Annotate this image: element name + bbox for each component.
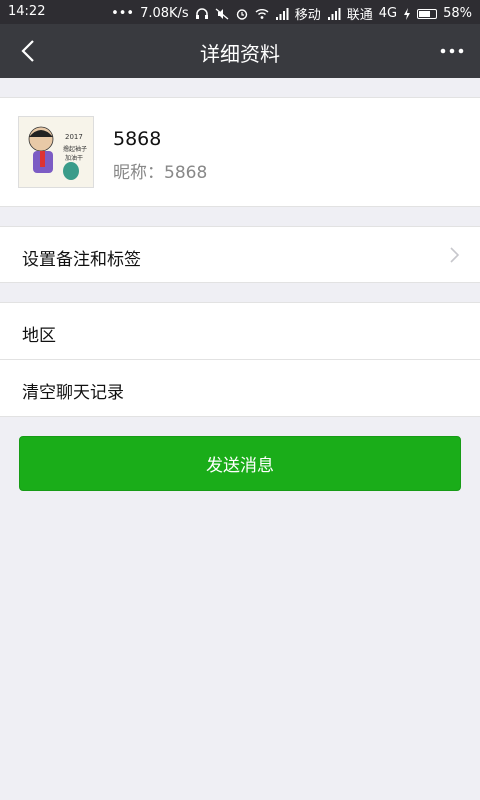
region-label: 地区 xyxy=(22,326,56,346)
remark-tags-label: 设置备注和标签 xyxy=(22,250,141,270)
profile-card: 2017 撸起袖子 加油干 5868 昵称：5868 xyxy=(0,97,480,207)
more-dots-icon xyxy=(440,48,464,54)
chevron-right-icon xyxy=(450,247,460,267)
alarm-icon xyxy=(235,8,249,20)
wifi-icon xyxy=(255,8,269,20)
signal-icon-2 xyxy=(327,7,341,20)
battery-icon xyxy=(417,8,438,19)
svg-text:加油干: 加油干 xyxy=(65,154,83,162)
mute-icon xyxy=(215,8,229,20)
battery-percent: 58% xyxy=(443,6,472,21)
clear-chat-row[interactable]: 清空聊天记录 xyxy=(0,360,480,417)
remark-tags-row[interactable]: 设置备注和标签 xyxy=(0,226,480,283)
more-options-button[interactable] xyxy=(436,35,468,67)
avatar-image: 2017 撸起袖子 加油干 xyxy=(19,117,93,187)
region-row[interactable]: 地区 xyxy=(0,302,480,359)
status-time: 14:22 xyxy=(8,4,46,19)
send-message-button[interactable]: 发送消息 xyxy=(19,436,461,491)
charging-icon xyxy=(403,7,411,20)
profile-nickname: 昵称：5868 xyxy=(113,163,208,183)
carrier-1: 移动 xyxy=(294,8,321,23)
signal-icon-1 xyxy=(275,7,289,20)
network-speed: 7.08K/s xyxy=(140,6,189,21)
profile-name: 5868 xyxy=(113,128,162,150)
status-bar: 14:22 ••• 7.08K/s 移动 联通 4G 58% xyxy=(0,0,480,24)
network-type: 4G xyxy=(378,6,398,21)
headphones-icon xyxy=(195,7,209,20)
more-dots-icon: ••• xyxy=(111,6,135,21)
avatar[interactable]: 2017 撸起袖子 加油干 xyxy=(18,116,94,188)
top-toolbar: 详细资料 xyxy=(0,24,480,78)
carrier-2: 联通 xyxy=(346,8,373,23)
svg-text:2017: 2017 xyxy=(65,133,83,141)
clear-chat-label: 清空聊天记录 xyxy=(22,383,124,403)
status-right: ••• 7.08K/s 移动 联通 4G 58% xyxy=(111,4,472,23)
page-title: 详细资料 xyxy=(200,42,280,66)
svg-text:撸起袖子: 撸起袖子 xyxy=(63,145,87,153)
